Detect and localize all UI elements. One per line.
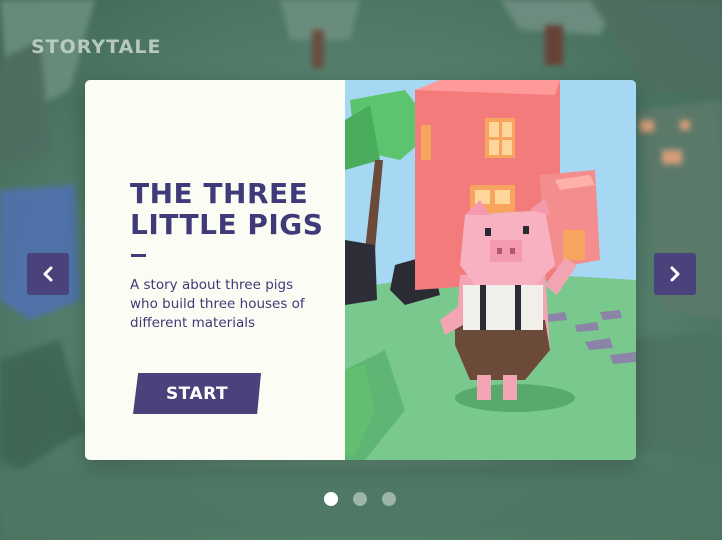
story-info-panel: THE THREE LITTLE PIGS A story about thre… bbox=[85, 80, 345, 460]
app-logo: STORYTALE bbox=[31, 36, 162, 58]
start-button[interactable]: START bbox=[133, 373, 261, 414]
chevron-right-icon bbox=[670, 266, 680, 282]
pagination-dot-2[interactable] bbox=[353, 492, 367, 506]
story-card: THE THREE LITTLE PIGS A story about thre… bbox=[85, 80, 636, 460]
previous-story-button[interactable] bbox=[27, 253, 69, 295]
pagination-dots bbox=[324, 492, 396, 506]
story-illustration bbox=[345, 80, 636, 460]
title-divider bbox=[131, 254, 146, 257]
pig-house-illustration bbox=[345, 80, 636, 460]
pagination-dot-3[interactable] bbox=[382, 492, 396, 506]
story-description: A story about three pigs who build three… bbox=[130, 277, 305, 331]
story-title: THE THREE LITTLE PIGS bbox=[130, 177, 324, 241]
next-story-button[interactable] bbox=[654, 253, 696, 295]
pagination-dot-1[interactable] bbox=[324, 492, 338, 506]
chevron-left-icon bbox=[43, 266, 53, 282]
